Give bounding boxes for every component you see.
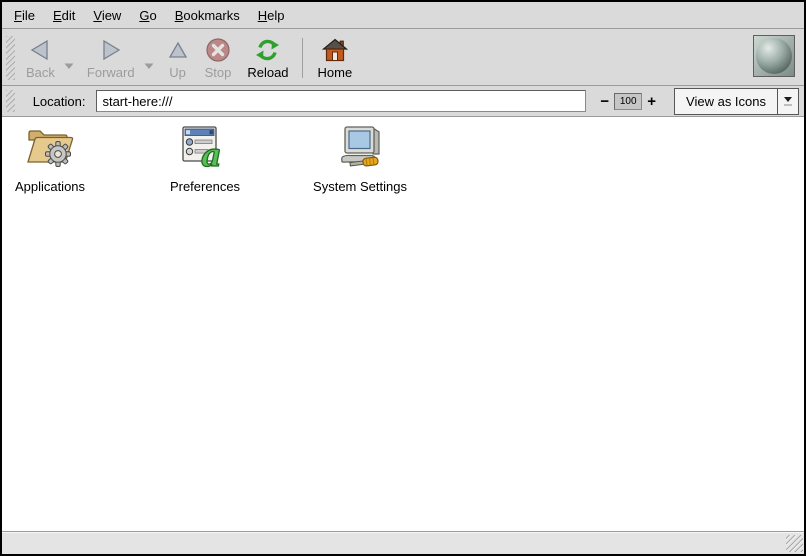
throbber-sphere-icon [756, 38, 792, 74]
view-mode-label: View as Icons [675, 89, 777, 114]
zoom-level-indicator: 100 [614, 93, 642, 110]
icon-applications[interactable]: Applications [0, 124, 105, 194]
zoom-in-button[interactable]: + [642, 93, 661, 110]
menu-view[interactable]: View [84, 4, 130, 27]
menu-bookmarks[interactable]: Bookmarks [166, 4, 249, 27]
toolbar: Back Forward Up [2, 29, 804, 86]
stop-button[interactable]: Stop [197, 33, 240, 84]
home-button[interactable]: Home [310, 33, 361, 84]
system-settings-icon [333, 124, 387, 175]
location-input[interactable] [96, 90, 586, 112]
icon-view: Applications a Preferences [2, 117, 804, 532]
applications-folder-icon [25, 124, 75, 175]
toolbar-drag-handle[interactable] [6, 36, 15, 80]
menubar: File Edit View Go Bookmarks Help [2, 2, 804, 29]
reload-label: Reload [247, 65, 288, 80]
file-manager-window: File Edit View Go Bookmarks Help Back Fo… [0, 0, 806, 556]
forward-history-dropdown[interactable] [143, 57, 155, 75]
location-label: Location: [33, 94, 86, 109]
toolbar-separator [302, 38, 303, 78]
menu-go[interactable]: Go [130, 4, 165, 27]
throbber [753, 35, 795, 77]
icon-label: System Settings [313, 179, 407, 194]
location-bar: Location: − 100 + View as Icons [2, 86, 804, 117]
back-label: Back [26, 65, 55, 80]
menu-help[interactable]: Help [249, 4, 294, 27]
icon-label: Applications [15, 179, 85, 194]
icon-preferences[interactable]: a Preferences [150, 124, 260, 194]
back-history-dropdown[interactable] [63, 57, 75, 75]
up-button[interactable]: Up [159, 33, 197, 84]
forward-icon [99, 36, 123, 64]
stop-icon [205, 36, 231, 64]
stop-label: Stop [205, 65, 232, 80]
resize-grip[interactable] [786, 535, 803, 552]
menu-edit[interactable]: Edit [44, 4, 84, 27]
preferences-icon: a [180, 124, 230, 175]
icon-label: Preferences [170, 179, 240, 194]
reload-button[interactable]: Reload [239, 33, 296, 84]
back-button[interactable]: Back [18, 33, 63, 84]
location-bar-drag-handle[interactable] [6, 90, 15, 112]
forward-button[interactable]: Forward [79, 33, 143, 84]
chevron-down-icon [777, 89, 798, 114]
up-label: Up [169, 65, 186, 80]
menu-file[interactable]: File [5, 4, 44, 27]
zoom-out-button[interactable]: − [595, 93, 614, 110]
forward-label: Forward [87, 65, 135, 80]
status-bar [2, 532, 804, 554]
back-icon [28, 36, 52, 64]
svg-text:a: a [201, 136, 222, 170]
reload-icon [254, 36, 281, 64]
home-label: Home [318, 65, 353, 80]
home-icon [322, 36, 348, 64]
up-icon [167, 36, 189, 64]
icon-system-settings[interactable]: System Settings [305, 124, 415, 194]
view-mode-dropdown[interactable]: View as Icons [674, 88, 799, 115]
